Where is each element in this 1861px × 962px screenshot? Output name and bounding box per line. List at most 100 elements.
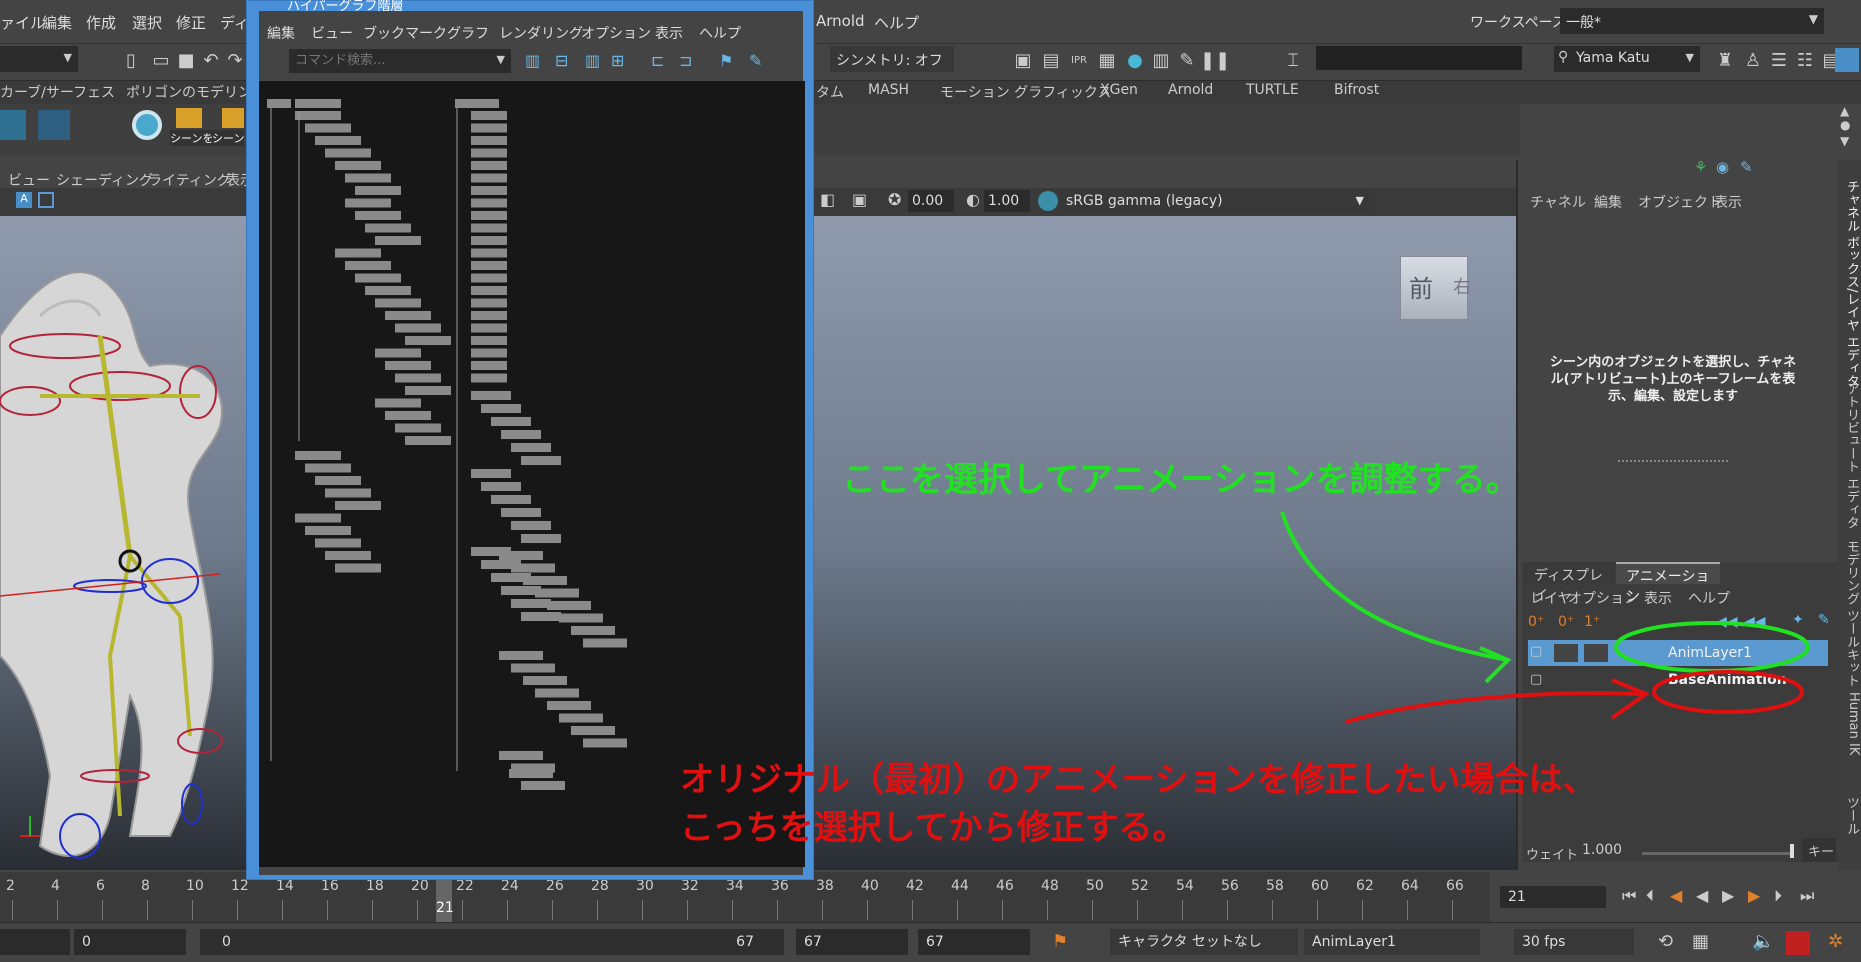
tab-animation[interactable]: アニメーション xyxy=(1616,562,1720,605)
light-editor-icon[interactable]: ✎ xyxy=(1176,50,1198,72)
input-output-icon[interactable]: ▥ xyxy=(585,51,600,70)
playback-start-field[interactable]: 0 xyxy=(74,929,186,955)
open-scene-icon[interactable]: ▭ xyxy=(150,50,172,72)
shelf-tab-xgen[interactable]: XGen xyxy=(1100,82,1138,98)
grid-shelf-icon[interactable] xyxy=(38,110,70,140)
hg-menu-show[interactable]: 表示 xyxy=(655,23,683,43)
redo-icon[interactable]: ↷ xyxy=(224,50,246,72)
isolate-icon[interactable]: ◧ xyxy=(820,190,835,209)
command-search-input[interactable] xyxy=(289,49,479,71)
key-weight-button[interactable]: キー xyxy=(1802,838,1836,862)
gamma-field[interactable]: 1.00 xyxy=(984,190,1030,212)
modeling-toolkit-icon[interactable]: ♜ xyxy=(1714,50,1736,72)
range-slider[interactable]: 0 67 xyxy=(200,929,784,955)
folder-icon[interactable] xyxy=(176,108,202,128)
mute-icon[interactable] xyxy=(1554,644,1578,662)
animation-prefs-icon[interactable]: ✲ xyxy=(1828,931,1843,952)
outliner-shelf-icon[interactable] xyxy=(0,110,26,140)
lock-icon[interactable]: ▢ xyxy=(1530,672,1542,687)
layer-editor-icon[interactable] xyxy=(1835,48,1859,72)
layer-row-baseanimation[interactable]: ▢ BaseAnimation xyxy=(1528,668,1828,694)
pause-viewport-icon[interactable]: ❚❚ xyxy=(1200,50,1230,72)
undo-icon[interactable]: ↶ xyxy=(200,50,222,72)
viewport-menu-view[interactable]: ビュー xyxy=(8,170,50,190)
shelf-tab-arnold[interactable]: Arnold xyxy=(1168,82,1213,98)
hg-menu-view[interactable]: ビュー xyxy=(311,23,353,43)
text-mode-icon[interactable]: A xyxy=(16,192,32,208)
character-set-dropdown[interactable]: キャラクタ セットなし xyxy=(1110,929,1298,955)
select-camera-icon[interactable] xyxy=(38,192,54,208)
shelf-tab-curves[interactable]: カーブ/サーフェス xyxy=(0,82,115,102)
move-layer-up-icon[interactable]: ◀◀ xyxy=(1716,614,1738,630)
pen-icon[interactable]: ✎ xyxy=(1740,158,1753,176)
menu-select[interactable]: 選択 xyxy=(132,12,162,33)
menu-modify[interactable]: 修正 xyxy=(176,12,206,33)
side-tab-attribute-editor[interactable]: アトリビュート エディタ xyxy=(1838,382,1861,529)
shelf-tab-mash[interactable]: MASH xyxy=(868,82,909,98)
shelf-tab-bifrost[interactable]: Bifrost xyxy=(1334,82,1379,98)
character-model[interactable] xyxy=(0,216,260,870)
channel-menu-show[interactable]: 表示 xyxy=(1714,192,1742,212)
sidebar-toggle-icon[interactable]: ⌶ xyxy=(1282,50,1304,72)
shelf-scroll[interactable]: ▲ ● ▼ xyxy=(1836,104,1858,156)
menu-file[interactable]: ァイル xyxy=(0,12,45,33)
tree-icon[interactable]: ⚘ xyxy=(1694,158,1707,176)
playback-end-field[interactable]: 67 xyxy=(796,929,908,955)
hg-menu-rendering[interactable]: レンダリング xyxy=(499,23,583,43)
shelf-tab-turtle[interactable]: TURTLE xyxy=(1246,82,1299,98)
channel-menu-channels[interactable]: チャネル xyxy=(1530,192,1586,212)
play-backward-icon[interactable]: ◀ xyxy=(1696,886,1708,905)
exposure-field[interactable]: 0.00 xyxy=(908,190,954,212)
command-input[interactable] xyxy=(1316,46,1522,70)
key-layer-icon[interactable]: 0⁺ xyxy=(1528,614,1544,630)
attribute-editor-icon[interactable]: ☰ xyxy=(1768,50,1790,72)
go-to-start-icon[interactable]: ⏮ xyxy=(1622,886,1636,906)
side-tab-human-ik[interactable]: Human IK xyxy=(1838,692,1861,755)
auto-key-icon[interactable] xyxy=(1786,931,1810,955)
side-tab-channel-box[interactable]: チャネル ボックス/レイヤ エディタ xyxy=(1838,180,1861,388)
hg-menu-help[interactable]: ヘルプ xyxy=(699,23,741,43)
sound-icon[interactable]: 🔈 xyxy=(1752,931,1774,952)
channel-menu-object[interactable]: オブジェクト xyxy=(1638,192,1722,212)
tab-display[interactable]: ディスプレイ xyxy=(1524,562,1614,604)
viewport-menu-shading[interactable]: シェーディング xyxy=(56,170,153,190)
weight-slider-handle[interactable] xyxy=(1790,844,1794,858)
go-to-end-icon[interactable]: ⏭ xyxy=(1800,886,1814,906)
animation-end-field[interactable]: 67 xyxy=(918,929,1030,955)
symmetry-dropdown[interactable]: シンメトリ: オフ xyxy=(830,46,954,72)
edit-bookmark-icon[interactable]: ✎ xyxy=(749,51,762,70)
render-settings-icon[interactable]: ▦ xyxy=(1096,50,1118,72)
panel-splitter[interactable] xyxy=(1618,460,1728,462)
freeform-icon[interactable]: ⊏ xyxy=(651,51,664,70)
viewport-menu-lighting[interactable]: ライティング xyxy=(148,170,231,190)
layer-row-animlayer1[interactable]: ▢ AnimLayer1 xyxy=(1528,640,1828,666)
render-view-icon[interactable]: ▣ xyxy=(1012,50,1034,72)
key-layer-icon[interactable]: 1⁺ xyxy=(1584,614,1600,630)
menu-arnold[interactable]: Arnold xyxy=(816,12,865,30)
folder-icon[interactable] xyxy=(222,108,244,128)
new-layer-from-selection-icon[interactable]: ✎ xyxy=(1818,612,1830,628)
menu-help[interactable]: ヘルプ xyxy=(874,12,919,33)
layer-menu-show[interactable]: 表示 xyxy=(1644,588,1672,608)
anim-layer-dropdown[interactable]: AnimLayer1 xyxy=(1304,929,1480,955)
magnet-icon[interactable]: ◉ xyxy=(1716,158,1729,176)
hypershade-icon[interactable]: ● xyxy=(1124,50,1146,72)
lock-icon[interactable]: ▢ xyxy=(1530,644,1542,659)
animation-start-field[interactable] xyxy=(0,929,70,955)
shelf-tab-poly-modeling[interactable]: ポリゴンのモデリング xyxy=(126,82,266,102)
workspace-dropdown[interactable]: 一般* ▼ xyxy=(1560,8,1824,34)
tool-settings-icon[interactable]: ☷ xyxy=(1794,50,1816,72)
colorspace-dropdown[interactable]: sRGB gamma (legacy) ▼ xyxy=(1060,190,1370,212)
render-current-icon[interactable]: ▤ xyxy=(1040,50,1062,72)
render-setup-icon[interactable]: ▥ xyxy=(1150,50,1172,72)
weight-value[interactable]: 1.000 xyxy=(1582,842,1622,858)
bookmark-icon[interactable]: ⚑ xyxy=(1052,931,1068,952)
play-forward-icon[interactable]: ▶ xyxy=(1722,886,1734,905)
weight-slider[interactable] xyxy=(1642,852,1792,855)
shelf-tab-motion-graphics[interactable]: モーション グラフィックス xyxy=(940,82,1111,102)
layer-menu-layers[interactable]: レイヤ xyxy=(1530,588,1572,608)
user-account-dropdown[interactable]: ⚲ Yama Katu ▼ xyxy=(1554,46,1700,72)
scene-hierarchy-icon[interactable]: ▥ xyxy=(525,51,540,70)
mode-dropdown[interactable]: ▼ xyxy=(0,46,78,72)
command-search-field[interactable]: ▼ xyxy=(289,49,511,73)
